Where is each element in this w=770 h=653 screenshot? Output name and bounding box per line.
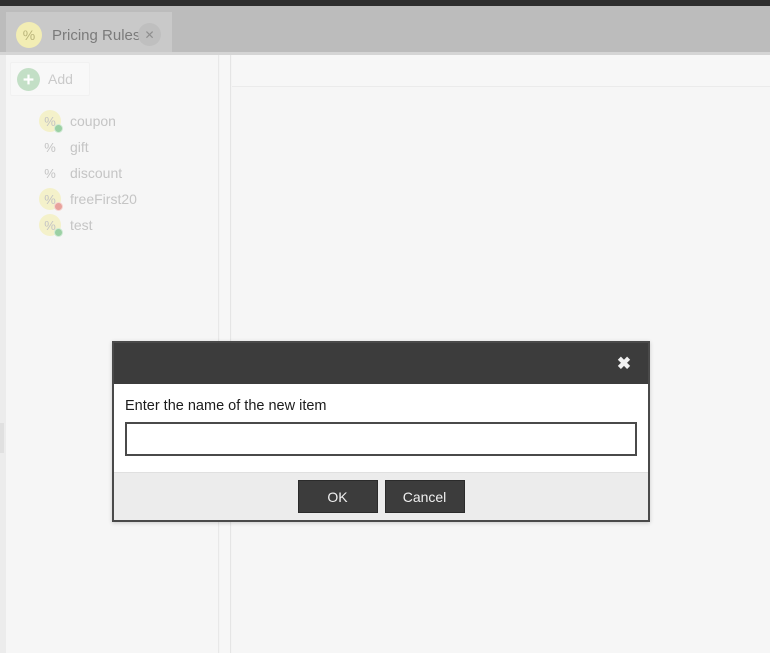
close-icon[interactable]: ✕	[138, 23, 161, 46]
percent-badge-icon: %	[16, 22, 42, 48]
scroll-thumb[interactable]	[0, 423, 4, 453]
list-item-label: coupon	[70, 113, 116, 129]
add-button[interactable]: Add	[10, 62, 90, 96]
close-icon[interactable]: ✖	[613, 352, 635, 374]
cancel-button[interactable]: Cancel	[384, 480, 465, 513]
list-item[interactable]: % test	[6, 212, 219, 238]
new-item-name-input[interactable]	[125, 422, 637, 456]
list-item-label: test	[70, 217, 93, 233]
plus-circle-icon	[17, 67, 40, 91]
list-item[interactable]: % freeFirst20	[6, 186, 219, 212]
list-item[interactable]: % gift	[6, 134, 219, 160]
tab-title: Pricing Rules	[52, 26, 141, 44]
percent-icon: %	[44, 139, 56, 155]
dialog-header: ✖	[114, 343, 648, 384]
list-item[interactable]: % discount	[6, 160, 219, 186]
list-item[interactable]: % coupon	[6, 108, 219, 134]
new-item-dialog: ✖ Enter the name of the new item OK Canc…	[112, 341, 650, 522]
tab-bar: % Pricing Rules ✕	[0, 6, 770, 58]
list-item-label: discount	[70, 165, 123, 181]
dialog-footer: OK Cancel	[114, 472, 648, 520]
dialog-prompt: Enter the name of the new item	[125, 398, 327, 414]
percent-icon: %	[39, 110, 63, 133]
dialog-body: Enter the name of the new item	[114, 384, 648, 472]
list-item-label: freeFirst20	[70, 191, 137, 207]
detail-panel-header	[232, 55, 770, 87]
rules-list: % coupon % gift % discount % freeFirst20…	[6, 108, 219, 238]
list-item-label: gift	[70, 139, 89, 155]
percent-icon: %	[44, 165, 56, 181]
percent-icon: %	[39, 214, 63, 237]
percent-icon: %	[39, 188, 63, 211]
ok-button[interactable]: OK	[297, 480, 378, 513]
add-button-label: Add	[48, 71, 73, 87]
